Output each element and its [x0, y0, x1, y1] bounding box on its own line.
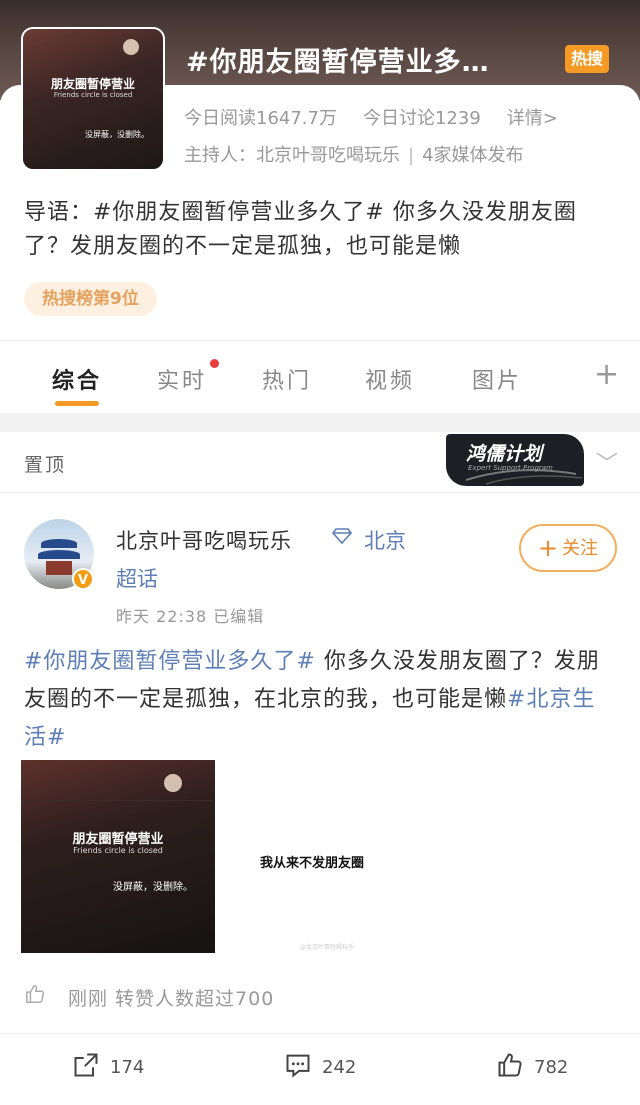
- follow-button[interactable]: + 关注: [519, 524, 617, 572]
- tab-active-indicator: [55, 401, 99, 406]
- comment-count: 242: [322, 1057, 357, 1078]
- post-timestamp: 昨天 22:38 已编辑: [116, 607, 265, 626]
- post-text: #你朋友圈暂停营业多久了# 你多久没发朋友圈了？发朋友圈的不一定是孤独，在北京的…: [24, 643, 618, 757]
- plus-icon: +: [537, 534, 559, 562]
- thumbnail-subtitle: Friends circle is closed: [53, 91, 133, 99]
- verified-badge-icon: V: [72, 568, 94, 590]
- image-caption: 我从来不发朋友圈: [260, 856, 365, 871]
- topic-thumbnail[interactable]: 朋友圈暂停营业 Friends circle is closed 没屏蔽，没删除…: [21, 27, 165, 171]
- share-icon: [74, 1053, 98, 1077]
- temple-roof-graphic: [41, 539, 77, 548]
- super-topic-location[interactable]: 北京: [364, 525, 406, 555]
- add-tab-icon[interactable]: +: [594, 357, 619, 392]
- topic-intro: 导语：#你朋友圈暂停营业多久了# 你多久没发朋友圈了？发朋友圈的不一定是孤独，也…: [24, 200, 577, 259]
- pinned-label: 置顶: [24, 454, 67, 476]
- hot-rank-pill[interactable]: 热搜榜第9位: [24, 282, 157, 316]
- temple-roof-graphic: [38, 550, 80, 559]
- weibo-post: V 北京叶哥吃喝玩乐 北京 超话 + 关注 昨天 22:38 已编辑 #你朋友圈暂…: [0, 493, 640, 1105]
- temple-body-graphic: [46, 561, 72, 575]
- hongru-promo-banner[interactable]: 鸿儒计划 Expert Support Program: [446, 434, 584, 486]
- thumbs-up-icon: [24, 983, 46, 1010]
- moon-graphic: [123, 39, 139, 55]
- details-link[interactable]: 详情>: [507, 108, 558, 129]
- read-count: 今日阅读1647.7万: [184, 108, 337, 129]
- topic-stats: 今日阅读1647.7万 今日讨论1239 详情>: [184, 104, 558, 130]
- host-label[interactable]: 主持人：北京叶哥吃喝玩乐: [184, 145, 400, 166]
- tab-all[interactable]: 综合: [52, 363, 102, 395]
- image-note: 没屏蔽，没删除。: [113, 882, 193, 893]
- tab-images[interactable]: 图片: [472, 363, 522, 395]
- diamond-icon: [331, 527, 353, 550]
- hot-search-badge: 热搜: [565, 45, 610, 73]
- thumbnail-note: 没屏蔽，没删除。: [85, 130, 149, 139]
- thumbnail-title: 朋友圈暂停营业: [50, 77, 135, 91]
- topic-title: #你朋友圈暂停营业多…: [186, 47, 490, 78]
- image-title: 朋友圈暂停营业: [72, 832, 164, 847]
- promo-subtitle: Expert Support Program: [468, 464, 553, 472]
- share-button[interactable]: 174: [72, 1051, 144, 1079]
- media-count[interactable]: 4家媒体发布: [422, 145, 523, 166]
- follow-label: 关注: [562, 538, 599, 559]
- chevron-down-icon[interactable]: ﹀: [596, 446, 618, 478]
- tab-bar: 综合 实时 热门 视频 图片 +: [0, 340, 640, 413]
- super-topic-label[interactable]: 超话: [116, 563, 158, 593]
- like-count: 782: [534, 1057, 569, 1078]
- tab-video[interactable]: 视频: [365, 363, 415, 395]
- topic-host: 主持人：北京叶哥吃喝玩乐 | 4家媒体发布: [184, 141, 524, 167]
- separator: |: [408, 145, 415, 166]
- post-image-1[interactable]: 朋友圈暂停营业 Friends circle is closed 没屏蔽，没删除…: [21, 760, 215, 953]
- comment-button[interactable]: 242: [284, 1051, 356, 1079]
- promo-title: 鸿儒计划: [466, 443, 543, 465]
- like-button[interactable]: 782: [496, 1051, 568, 1079]
- image-subtitle: Friends circle is closed: [73, 846, 163, 855]
- pinned-bar[interactable]: 置顶 鸿儒计划 Expert Support Program ﹀: [0, 432, 640, 493]
- repost-info: 刚刚 转赞人数超过700: [24, 983, 274, 1011]
- discussion-count: 今日讨论1239: [362, 108, 481, 129]
- tab-hot[interactable]: 热门: [262, 363, 312, 395]
- comment-icon: [286, 1054, 310, 1078]
- divider: [0, 1033, 640, 1034]
- share-count: 174: [110, 1057, 145, 1078]
- moon-graphic: [164, 774, 182, 792]
- author-name[interactable]: 北京叶哥吃喝玩乐: [116, 525, 292, 555]
- new-dot-icon: [210, 359, 219, 368]
- hashtag-link[interactable]: #你朋友圈暂停营业多久了#: [24, 649, 316, 674]
- tab-realtime[interactable]: 实时: [157, 363, 207, 395]
- like-icon: [498, 1053, 522, 1077]
- repost-text: 刚刚 转赞人数超过700: [68, 988, 275, 1010]
- post-image-2[interactable]: 我从来不发朋友圈 @北京叶哥吃喝玩乐: [220, 760, 414, 953]
- image-watermark: @北京叶哥吃喝玩乐: [300, 944, 355, 951]
- window-line: [21, 800, 215, 801]
